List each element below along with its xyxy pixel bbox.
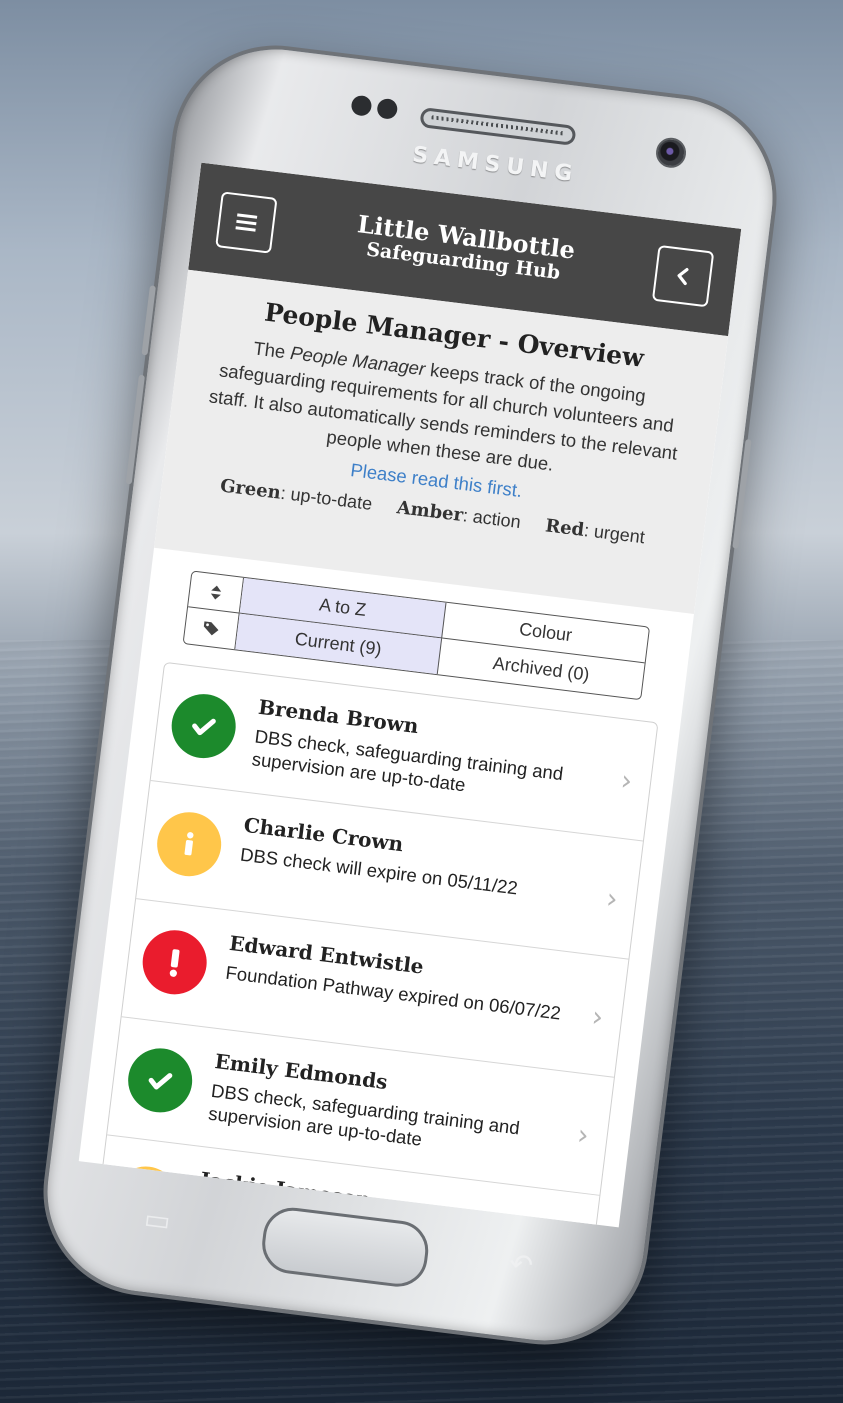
people-list: Brenda Brown DBS check, safeguarding tra… xyxy=(91,661,659,1228)
legend-amber: Amber: action xyxy=(396,497,522,532)
legend-label: Red xyxy=(544,515,586,541)
legend-label: Amber xyxy=(395,497,465,527)
status-icon-green xyxy=(124,1044,196,1117)
legend-desc: : up-to-date xyxy=(279,482,374,514)
chevron-right-icon: › xyxy=(590,999,606,1034)
check-icon xyxy=(192,718,216,736)
legend-red: Red: urgent xyxy=(544,515,646,547)
menu-button[interactable] xyxy=(215,191,278,254)
tag-icon xyxy=(203,621,218,636)
legend-desc: : urgent xyxy=(582,520,646,548)
chevron-left-icon xyxy=(677,267,689,286)
exclamation-icon xyxy=(169,949,180,977)
sort-icon xyxy=(210,585,221,599)
status-icon-green xyxy=(168,690,240,762)
sort-icon-cell xyxy=(188,571,245,614)
status-icon-amber xyxy=(153,808,225,880)
check-icon xyxy=(148,1073,173,1090)
back-key-icon: ↶ xyxy=(507,1246,535,1283)
person-status: DBS check will expire on 05/11/22 xyxy=(239,843,519,899)
back-button[interactable] xyxy=(651,244,715,308)
chevron-right-icon: › xyxy=(619,763,635,798)
legend-label: Green xyxy=(218,475,282,504)
info-icon xyxy=(184,832,194,856)
hamburger-icon xyxy=(235,213,258,232)
intro-text-part: The xyxy=(252,337,292,363)
recent-apps-icon: ▭ xyxy=(142,1201,173,1238)
chevron-right-icon: › xyxy=(575,1117,591,1152)
app-title: Little Wallbottle Safeguarding Hub xyxy=(281,201,648,294)
legend-desc: : action xyxy=(461,505,522,533)
status-icon-red xyxy=(139,926,211,998)
chevron-right-icon: › xyxy=(604,881,620,916)
tag-icon-cell xyxy=(183,607,240,650)
